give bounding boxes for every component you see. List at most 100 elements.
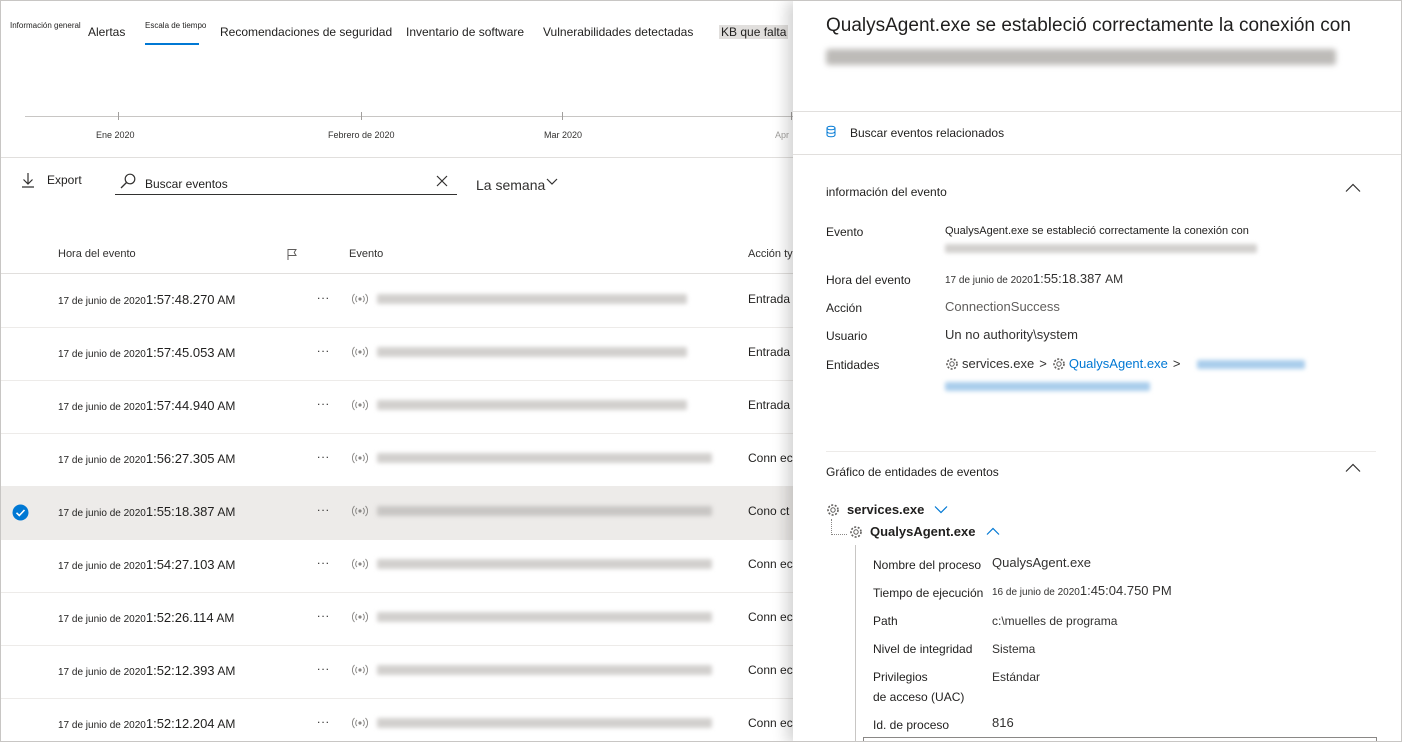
divider (826, 451, 1376, 452)
more-icon[interactable]: ... (317, 288, 330, 302)
timeline-month-label: Mar 2020 (544, 130, 583, 140)
network-event-icon (352, 717, 368, 729)
event-description-redacted (377, 718, 712, 728)
table-row[interactable]: 17 de junio de 20201:52:26.114 AM ... Co… (1, 592, 797, 646)
network-event-icon (352, 611, 368, 623)
tree-node-services[interactable]: services.exe (826, 502, 948, 517)
timeline-tick (562, 112, 563, 120)
entity-separator: > (1172, 356, 1181, 371)
column-header-event[interactable]: Evento (349, 248, 383, 260)
entity-qualysagent-link[interactable]: QualysAgent.exe (1069, 356, 1168, 371)
period-dropdown[interactable]: La semana (476, 177, 558, 193)
more-icon[interactable]: ... (317, 394, 330, 408)
timeline-view: Información general Alertas Escala de ti… (1, 1, 797, 741)
tree-node-qualysagent[interactable]: QualysAgent.exe (849, 524, 1000, 539)
event-action: Cono ct (748, 504, 790, 518)
tab-vulnerabilities[interactable]: Vulnerabilidades detectadas (543, 25, 693, 39)
more-icon[interactable]: ... (317, 606, 330, 620)
event-time: 17 de junio de 20201:56:27.305 AM (58, 451, 236, 466)
gear-icon (850, 525, 862, 538)
table-row[interactable]: 17 de junio de 20201:54:27.103 AM ... Co… (1, 539, 796, 593)
table-row[interactable]: 17 de junio de 20201:56:27.305 AM ... Co… (1, 433, 796, 487)
search-input[interactable]: Buscar eventos (115, 169, 457, 195)
chevron-up-icon[interactable] (986, 527, 1000, 536)
section-header-event-info[interactable]: información del evento (826, 185, 947, 199)
process-name-link[interactable]: QualysAgent.exe (992, 555, 1091, 570)
panel-title: QualysAgent.exe se estableció correctame… (826, 15, 1351, 36)
device-tabs: Información general Alertas Escala de ti… (1, 1, 793, 61)
integrity-label: Nivel de integridad (873, 642, 973, 656)
event-time: 17 de junio de 20201:55:18.387 AM (58, 504, 236, 519)
search-value: Buscar eventos (145, 177, 228, 191)
related-events-button[interactable]: Buscar eventos relacionados (826, 125, 1004, 141)
more-icon[interactable]: ... (317, 500, 330, 514)
table-row[interactable]: 17 de junio de 20201:52:12.204 AM ... Co… (1, 698, 796, 741)
event-time: 17 de junio de 20201:54:27.103 AM (58, 557, 236, 572)
download-icon (22, 173, 34, 188)
timeline-month-label: Febrero de 2020 (328, 130, 395, 140)
pid-label: Id. de proceso (873, 718, 950, 732)
table-row[interactable]: 17 de junio de 20201:57:45.053 AM ... En… (1, 327, 793, 381)
tab-missing-kb[interactable]: KB que falta (719, 25, 789, 39)
more-icon[interactable]: ... (317, 553, 330, 567)
event-description-redacted (377, 559, 712, 569)
chevron-up-icon[interactable] (1345, 463, 1361, 473)
title-redacted-address (826, 49, 1336, 65)
network-event-icon (352, 399, 368, 411)
close-icon[interactable] (435, 174, 449, 188)
more-icon[interactable]: ... (317, 659, 330, 673)
checkmark-icon[interactable] (12, 504, 29, 521)
tree-connector (831, 534, 847, 536)
tab-alerts[interactable]: Alertas (88, 25, 125, 39)
chevron-down-icon[interactable] (934, 505, 948, 514)
timeline-month-label: Ene 2020 (96, 130, 135, 140)
table-row[interactable]: 17 de junio de 20201:57:44.940 AM ... En… (1, 380, 793, 434)
timeline-month-label: Apr (775, 130, 790, 140)
tab-security-recommendations[interactable]: Recomendaciones de seguridad (220, 25, 392, 39)
section-header-entity-graph[interactable]: Gráfico de entidades de eventos (826, 465, 999, 479)
network-event-icon (352, 558, 368, 570)
window-frame: Información general Alertas Escala de ti… (0, 0, 1402, 742)
tab-timeline[interactable]: Escala de tiempo (145, 21, 206, 45)
event-description-redacted (377, 612, 712, 622)
column-header-action[interactable]: Acción ty (748, 248, 793, 260)
related-events-label: Buscar eventos relacionados (850, 126, 1005, 140)
event-description-redacted (377, 665, 712, 675)
entity-services[interactable]: services.exe (962, 356, 1034, 371)
gear-icon (827, 503, 839, 516)
table-row-selected[interactable]: 17 de junio de 20201:55:18.387 AM ... Co… (1, 486, 793, 540)
timeline-tick (118, 112, 119, 120)
divider (1, 157, 793, 158)
privileges-label: Privilegios (873, 670, 928, 684)
table-row[interactable]: 17 de junio de 20201:57:48.270 AM ... En… (1, 274, 793, 328)
tab-software-inventory[interactable]: Inventario de software (406, 25, 524, 39)
action-value: ConnectionSuccess (945, 299, 1060, 314)
table-row[interactable]: 17 de junio de 20201:52:12.393 AM ... Co… (1, 645, 796, 699)
process-name-label: Nombre del proceso (873, 558, 982, 572)
event-time: 17 de junio de 20201:52:12.204 AM (58, 716, 236, 731)
event-time: 17 de junio de 20201:52:12.393 AM (58, 663, 236, 678)
integrity-value: Sistema (992, 642, 1036, 656)
network-event-icon (352, 664, 368, 676)
more-icon[interactable]: ... (317, 712, 330, 726)
event-action: Conn ect (748, 610, 797, 624)
tab-overview[interactable]: Información general (10, 21, 81, 30)
pid-value: 816 (992, 715, 1014, 730)
period-label: La semana (476, 177, 546, 193)
event-description-redacted (377, 347, 687, 357)
more-icon[interactable]: ... (317, 341, 330, 355)
tree-node-label: QualysAgent.exe (870, 524, 976, 539)
export-button[interactable]: Export (21, 172, 82, 188)
more-icon[interactable]: ... (317, 447, 330, 461)
chevron-up-icon[interactable] (1345, 183, 1361, 193)
event-value-redacted (945, 244, 1257, 253)
tree-node-label: services.exe (847, 502, 925, 517)
column-header-time[interactable]: Hora del evento (58, 248, 136, 260)
timeline-axis[interactable] (25, 116, 795, 117)
flag-icon[interactable] (286, 248, 298, 261)
entity-ip-redacted[interactable] (945, 382, 1150, 391)
search-icon (120, 173, 136, 189)
entity-ip-redacted[interactable] (1197, 360, 1305, 369)
database-search-icon (826, 125, 836, 138)
event-time: 17 de junio de 20201:57:48.270 AM (58, 292, 236, 307)
